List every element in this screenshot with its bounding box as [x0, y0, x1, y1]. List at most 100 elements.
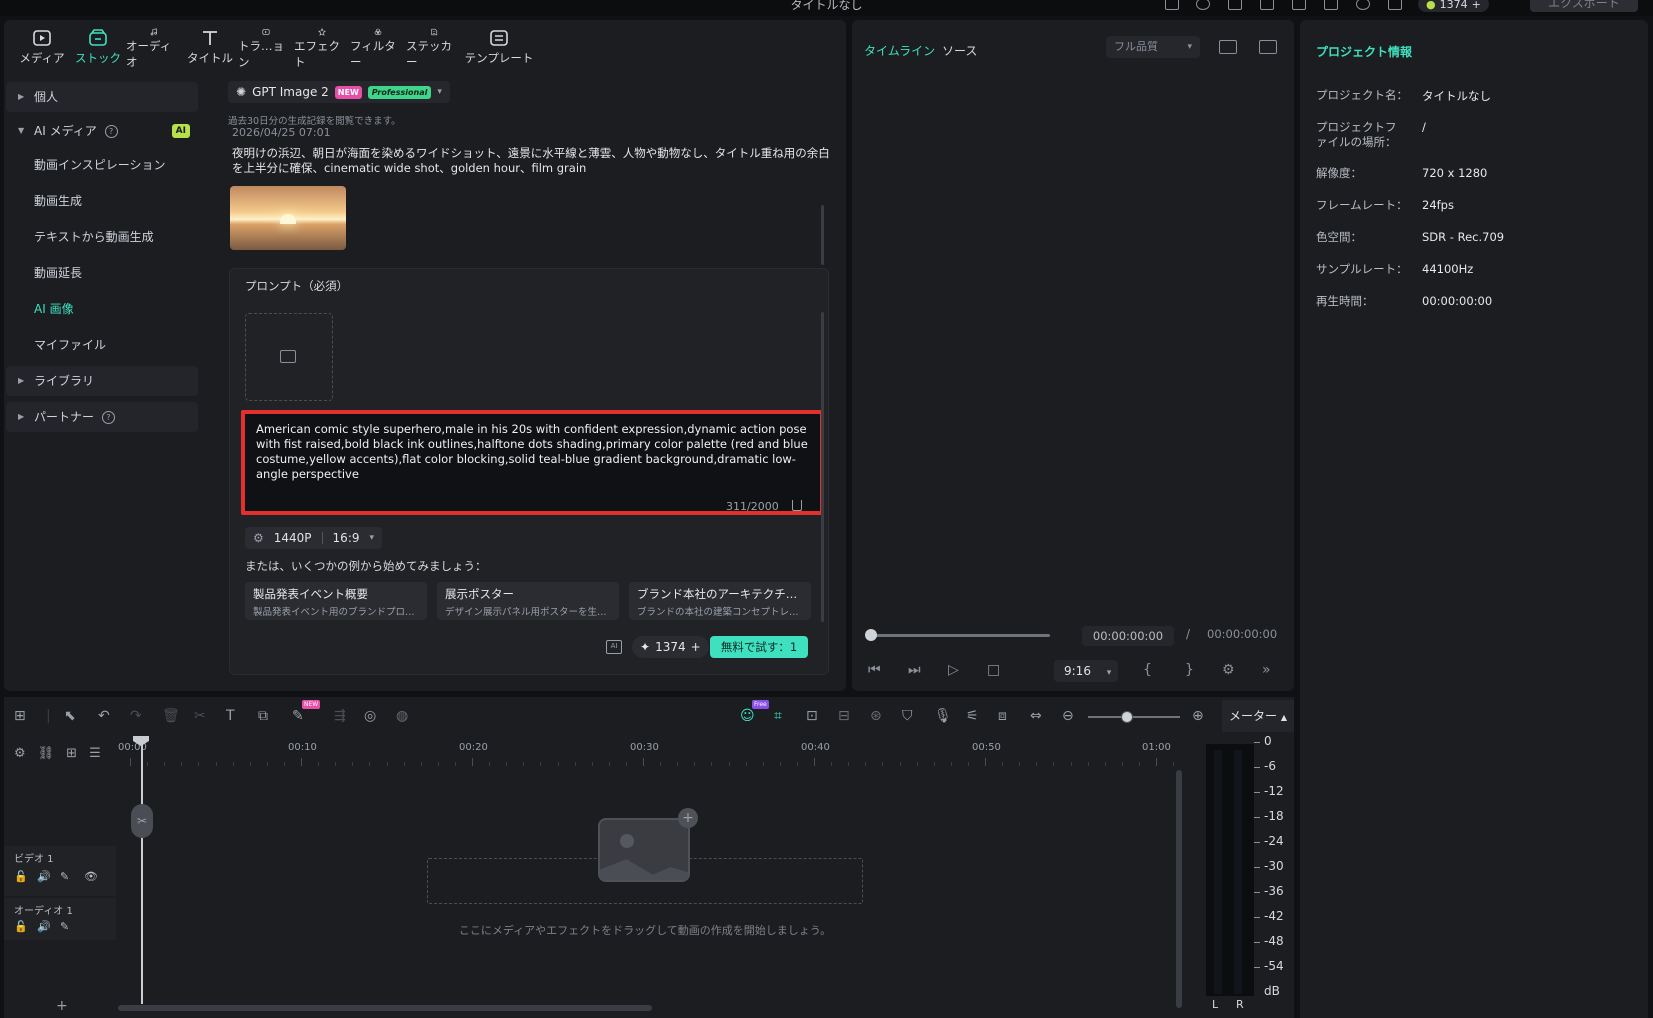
speaker-icon[interactable]: 🔊 [37, 870, 51, 883]
sidebar-group-partner[interactable]: ▶ パートナー ? [6, 402, 198, 432]
ai-settings-icon[interactable]: AI [606, 640, 622, 654]
tool-media[interactable]: メディア [14, 20, 70, 70]
track-settings-icon[interactable]: ⚙ [14, 746, 26, 761]
ai-copilot-icon[interactable]: ☺ [740, 708, 755, 724]
playback-scrubber[interactable] [870, 634, 1050, 637]
crop-icon[interactable]: ⧉ [258, 708, 268, 724]
cut-icon[interactable]: ✂ [194, 708, 206, 724]
sidebar-item-my-files[interactable]: マイファイル [6, 330, 198, 360]
stop-icon[interactable]: □ [987, 662, 1000, 678]
preview-settings-icon[interactable]: ⚙ [1222, 662, 1235, 678]
aspect-ratio-selector[interactable]: 9:16 ▾ [1054, 660, 1118, 682]
audio-mixer-icon[interactable]: ⚟ [966, 708, 979, 724]
next-frame-icon[interactable]: ⏭ [908, 662, 921, 678]
prompt-input[interactable]: American comic style superhero,male in h… [256, 422, 808, 482]
mark-in-icon[interactable]: { [1143, 662, 1152, 678]
wand-icon[interactable]: ✎ [60, 870, 69, 883]
example-card[interactable]: ブランド本社のアーキテクチャ… ブランドの本社の建築コンセプトレン… [629, 582, 811, 620]
replace-icon[interactable]: ⧈ [998, 708, 1007, 724]
eye-icon[interactable]: 👁 [84, 870, 98, 883]
mark-out-icon[interactable]: } [1185, 662, 1194, 678]
timeline-vertical-scrollbar[interactable] [1176, 770, 1182, 1008]
panel-icon[interactable] [1260, 0, 1274, 10]
select-tool-icon[interactable]: ⬉ [64, 708, 76, 724]
grid-icon[interactable] [1388, 0, 1402, 10]
link-icon[interactable]: ⛓ [38, 746, 55, 761]
playhead[interactable] [141, 736, 143, 1004]
sidebar-group-library[interactable]: ▶ ライブラリ [6, 366, 198, 396]
redo-icon[interactable]: ↷ [130, 708, 142, 724]
fit-timeline-icon[interactable]: ⇔ [1030, 708, 1042, 724]
zoom-slider-handle[interactable] [1121, 711, 1133, 723]
tab-timeline[interactable]: タイムライン [864, 42, 935, 59]
meter-toggle[interactable]: メーター ▲ [1222, 700, 1294, 732]
ai-tool-icon[interactable]: ◎ [364, 708, 376, 724]
sidebar-group-ai-media[interactable]: ▼ AI メディア ? AI [6, 116, 198, 146]
prompt-scrollbar[interactable] [821, 312, 824, 622]
tool-audio[interactable]: オーディオ [126, 20, 182, 70]
zoom-slider[interactable] [1088, 716, 1180, 718]
multicam-icon[interactable]: ⊟ [838, 708, 850, 724]
zoom-in-icon[interactable]: ⊕ [1192, 708, 1204, 724]
quality-selector[interactable]: フル品質 ▾ [1106, 36, 1200, 58]
trash-icon[interactable] [792, 500, 802, 511]
sidebar-item-video-inspiration[interactable]: 動画インスピレーション [6, 150, 198, 180]
sidebar-item-ai-image[interactable]: AI 画像 [6, 294, 198, 324]
add-media-icon[interactable]: + [678, 808, 698, 828]
lock-icon[interactable]: 🔓 [14, 870, 28, 883]
credits-badge[interactable]: ● 1374 + [1418, 0, 1489, 12]
sidebar-item-video-generation[interactable]: 動画生成 [6, 186, 198, 216]
undo-icon[interactable]: ↶ [98, 708, 110, 724]
delete-icon[interactable]: 🗑 [162, 708, 180, 724]
sidebar-group-personal[interactable]: ▶ 個人 [6, 82, 198, 112]
split-handle[interactable]: ✂ [131, 804, 153, 838]
tab-source[interactable]: ソース [942, 42, 977, 59]
tool-transition[interactable]: トラ…ョン [238, 20, 294, 70]
model-selector[interactable]: ✺ GPT Image 2 NEW Professional ▾ [228, 81, 450, 103]
grid-view-icon[interactable] [1219, 40, 1237, 54]
scrubber-handle[interactable] [865, 629, 877, 641]
help-icon[interactable]: ? [104, 125, 118, 138]
history-thumbnail[interactable] [230, 186, 346, 250]
prev-frame-icon[interactable]: ⏮ [868, 662, 881, 678]
track-layout-icon[interactable]: ☰ [89, 746, 101, 761]
export-button[interactable]: エクスポート [1530, 0, 1638, 12]
shield-icon[interactable]: ⛉ [902, 708, 913, 724]
cloud-icon[interactable] [1324, 0, 1338, 10]
help-icon[interactable]: ? [101, 411, 115, 424]
headset-icon[interactable] [1228, 0, 1242, 10]
speed-icon[interactable]: ⇶ [334, 708, 346, 724]
snap-icon[interactable]: ⌗ [774, 708, 782, 724]
layout-grid-icon[interactable]: ⊞ [14, 708, 26, 724]
tool-title[interactable]: タイトル [182, 20, 238, 70]
add-track-icon[interactable]: ⊞ [66, 746, 77, 761]
example-card[interactable]: 展示ポスター デザイン展示パネル用ポスターを生… [437, 582, 619, 620]
reference-image-upload[interactable] [245, 313, 333, 401]
tool-sticker[interactable]: ステッカー [406, 20, 462, 70]
expand-icon[interactable]: » [1262, 662, 1271, 678]
add-track-button[interactable]: + [56, 998, 68, 1014]
resolution-selector[interactable]: ⚙ 1440P 16:9 ▾ [245, 527, 383, 549]
tool-filter[interactable]: フィルター [350, 20, 406, 70]
save-icon[interactable] [1292, 0, 1306, 10]
zoom-out-icon[interactable]: ⊖ [1062, 708, 1074, 724]
snapshot-icon[interactable] [1259, 40, 1277, 54]
example-card[interactable]: 製品発表イベント概要 製品発表イベント用のブランドプロ… [245, 582, 427, 620]
text-tool-icon[interactable]: T [226, 708, 235, 724]
timeline-horizontal-scrollbar[interactable] [118, 1005, 652, 1011]
tool-effect[interactable]: エフェクト [294, 20, 350, 70]
sidebar-item-video-extend[interactable]: 動画延長 [6, 258, 198, 288]
tool-stock[interactable]: ストック [70, 20, 126, 70]
tool-template[interactable]: テンプレート [462, 20, 536, 70]
keyframe-icon[interactable]: ⊡ [806, 708, 818, 724]
credit-chip[interactable]: ✦ 1374 + [632, 636, 709, 658]
video-track-header[interactable]: ビデオ 1 🔓 🔊 ✎ 👁 [4, 846, 116, 896]
motion-track-icon[interactable]: ⊛ [870, 708, 882, 724]
try-free-button[interactable]: 無料で試す：1 [710, 636, 808, 658]
microphone-icon[interactable]: 🎙 [934, 708, 952, 724]
color-palette-icon[interactable]: ◍ [396, 708, 408, 724]
marker-pen-icon[interactable]: ✎ [292, 708, 304, 724]
play-icon[interactable]: ▷ [948, 662, 959, 678]
sidebar-item-text-to-video[interactable]: テキストから動画生成 [6, 222, 198, 252]
layout-icon[interactable] [1165, 0, 1179, 10]
